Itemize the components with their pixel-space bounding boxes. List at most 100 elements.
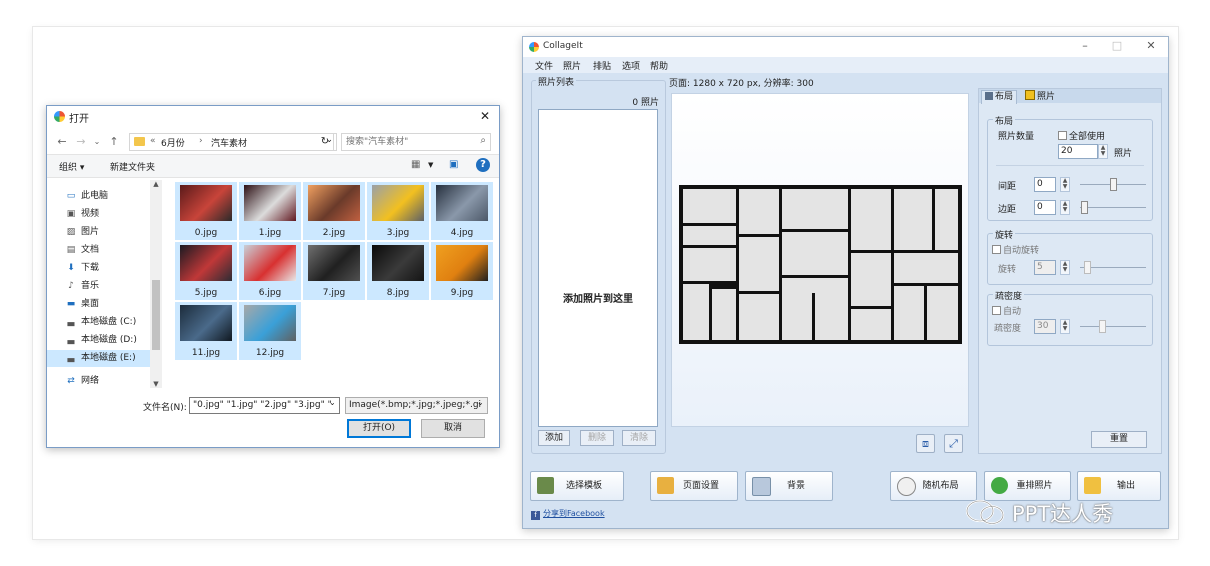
page-setup-button[interactable]: 页面设置	[650, 471, 738, 501]
open-button[interactable]: 打开(O)	[347, 419, 411, 438]
rearrange-photos-button[interactable]: 重排照片	[984, 471, 1071, 501]
navigation-scrollbar[interactable]: ▲ ▼	[150, 180, 162, 388]
nav-item[interactable]: ▃ 本地磁盘 (D:)	[65, 332, 157, 349]
collage-cell[interactable]	[851, 189, 891, 250]
file-item[interactable]: 0.jpg	[175, 182, 237, 240]
tab-photo[interactable]: 照片	[1022, 90, 1058, 103]
share-facebook-link[interactable]: f 分享到Facebook	[531, 508, 605, 520]
menu-photo[interactable]: 照片	[563, 59, 581, 72]
filter-dropdown-icon[interactable]: ⌄	[477, 398, 484, 407]
density-input[interactable]: 30	[1034, 319, 1056, 334]
auto-density-checkbox[interactable]: 自动	[992, 304, 1021, 317]
collage-cell[interactable]	[683, 248, 736, 281]
address-bar[interactable]: « 6月份 › 汽车素材 ⌄	[129, 133, 337, 151]
file-item[interactable]: 1.jpg	[239, 182, 301, 240]
view-dropdown-icon[interactable]: ▼	[428, 161, 433, 169]
collage-cell[interactable]	[739, 237, 779, 291]
collage-cell[interactable]	[739, 189, 779, 234]
back-arrow-icon[interactable]: ←	[56, 135, 68, 148]
density-spinner[interactable]: ▲ ▼	[1060, 319, 1070, 334]
spacing-spinner[interactable]: ▲ ▼	[1060, 177, 1070, 192]
file-item[interactable]: 8.jpg	[367, 242, 429, 300]
choose-template-button[interactable]: 选择模板	[530, 471, 624, 501]
crop-icon[interactable]: ⧈	[916, 434, 935, 453]
breadcrumb-car-materials[interactable]: 汽车素材	[211, 136, 247, 149]
export-button[interactable]: 输出	[1077, 471, 1161, 501]
reset-button[interactable]: 重置	[1091, 431, 1147, 448]
close-icon[interactable]: ✕	[1143, 39, 1159, 52]
nav-item[interactable]: ▃ 本地磁盘 (C:)	[65, 314, 157, 331]
close-icon[interactable]: ✕	[477, 108, 493, 124]
collage-cell[interactable]	[782, 281, 812, 340]
margin-input[interactable]: 0	[1034, 200, 1056, 215]
margin-slider-track[interactable]	[1080, 207, 1146, 208]
clear-photos-button[interactable]: 清除	[622, 430, 656, 446]
tab-layout[interactable]: 布局	[981, 90, 1018, 104]
margin-spinner[interactable]: ▲ ▼	[1060, 200, 1070, 215]
nav-item[interactable]: ⬇ 下载	[65, 260, 157, 277]
organize-button[interactable]: 组织 ▾	[59, 160, 84, 173]
filename-dropdown-icon[interactable]: ⌄	[329, 398, 336, 407]
scrollbar-thumb[interactable]	[152, 280, 160, 350]
file-item[interactable]: 3.jpg	[367, 182, 429, 240]
rotation-spinner[interactable]: ▲ ▼	[1060, 260, 1070, 275]
filename-input[interactable]: "0.jpg" "1.jpg" "2.jpg" "3.jpg" "	[189, 397, 340, 414]
menu-collage[interactable]: 排贴	[593, 59, 611, 72]
search-input[interactable]	[342, 134, 470, 150]
photo-drop-zone[interactable]: 添加照片到这里	[538, 109, 658, 427]
nav-item[interactable]: ▃ 本地磁盘 (E:)	[47, 350, 161, 367]
collage-cell[interactable]	[927, 286, 958, 340]
collage-cell[interactable]	[894, 286, 924, 340]
new-folder-button[interactable]: 新建文件夹	[110, 160, 155, 173]
breadcrumb-june[interactable]: 6月份	[161, 136, 185, 149]
margin-slider-thumb[interactable]	[1081, 201, 1088, 214]
background-button[interactable]: 背景	[745, 471, 833, 501]
use-all-checkbox[interactable]: 全部使用	[1058, 129, 1105, 142]
help-icon[interactable]: ?	[476, 158, 490, 172]
spacing-slider-thumb[interactable]	[1110, 178, 1117, 191]
file-item[interactable]: 9.jpg	[431, 242, 493, 300]
cancel-button[interactable]: 取消	[421, 419, 485, 438]
maximize-icon[interactable]: □	[1109, 39, 1125, 52]
spacing-input[interactable]: 0	[1034, 177, 1056, 192]
search-box[interactable]: ⌕	[341, 133, 491, 151]
random-layout-button[interactable]: 随机布局	[890, 471, 977, 501]
collage-cell[interactable]	[683, 226, 736, 245]
collage-cell[interactable]	[851, 253, 891, 306]
fit-screen-icon[interactable]: ⤢	[944, 434, 963, 453]
rotation-slider-thumb[interactable]	[1084, 261, 1091, 274]
up-arrow-icon[interactable]: ↑	[108, 135, 120, 148]
forward-arrow-icon[interactable]: →	[75, 135, 87, 148]
density-slider-track[interactable]	[1080, 326, 1146, 327]
file-item[interactable]: 11.jpg	[175, 302, 237, 360]
dialog-title-bar[interactable]: 打开 ✕	[47, 106, 499, 128]
search-icon[interactable]: ⌕	[480, 135, 486, 146]
file-item[interactable]: 2.jpg	[303, 182, 365, 240]
collage-cell[interactable]	[815, 281, 848, 340]
recent-chevron-down-icon[interactable]: ⌄	[91, 137, 103, 146]
nav-item[interactable]: ▬ 桌面	[65, 296, 157, 313]
add-photo-button[interactable]: 添加	[538, 430, 570, 446]
nav-item[interactable]: ▨ 图片	[65, 224, 157, 241]
nav-item[interactable]: ⇄ 网络	[65, 373, 157, 390]
rotation-input[interactable]: 5	[1034, 260, 1056, 275]
delete-photo-button[interactable]: 删除	[580, 430, 614, 446]
collage-cell[interactable]	[683, 284, 709, 340]
minimize-icon[interactable]: –	[1077, 39, 1093, 52]
file-item[interactable]: 12.jpg	[239, 302, 301, 360]
collage-cell[interactable]	[894, 253, 958, 283]
collage-cell[interactable]	[894, 189, 932, 250]
collage-cell[interactable]	[935, 189, 958, 250]
breadcrumb-overflow[interactable]: «	[150, 136, 156, 146]
nav-item[interactable]: ▣ 视频	[65, 206, 157, 223]
refresh-icon[interactable]: ↻	[317, 133, 334, 151]
app-title-bar[interactable]: CollageIt – □ ✕	[523, 37, 1168, 57]
nav-item[interactable]: ▭ 此电脑	[65, 188, 157, 205]
nav-item[interactable]: ▤ 文档	[65, 242, 157, 259]
nav-item[interactable]: ♪ 音乐	[65, 278, 157, 295]
scroll-up-icon[interactable]: ▲	[150, 180, 162, 188]
menu-file[interactable]: 文件	[535, 59, 553, 72]
file-type-filter[interactable]: Image(*.bmp;*.jpg;*.jpeg;*.gi	[345, 397, 488, 414]
collage-cell[interactable]	[712, 289, 736, 340]
density-slider-thumb[interactable]	[1099, 320, 1106, 333]
